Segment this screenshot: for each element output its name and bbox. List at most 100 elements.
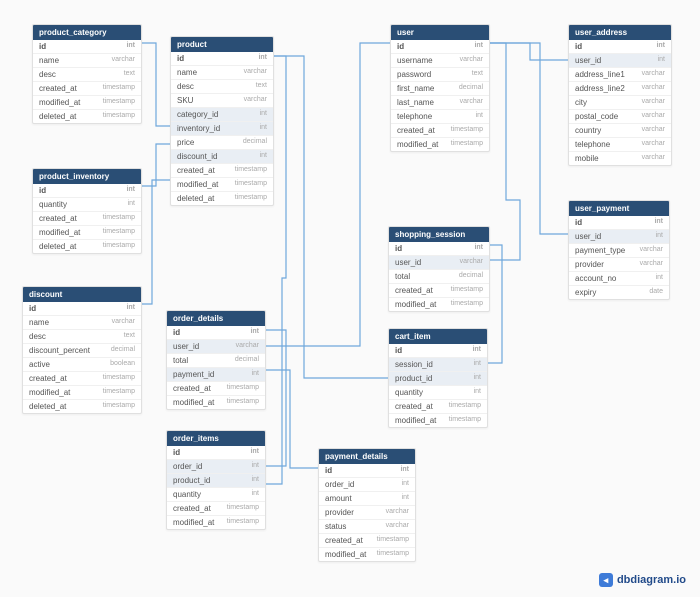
table-header[interactable]: payment_details [319,449,415,464]
field-row[interactable]: deleted_attimestamp [23,400,141,413]
field-row[interactable]: created_attimestamp [23,372,141,386]
field-row[interactable]: idint [389,242,489,256]
field-row[interactable]: idint [23,302,141,316]
table-user_payment[interactable]: user_paymentidintuser_idintpayment_typev… [568,200,670,300]
field-row[interactable]: totaldecimal [389,270,489,284]
table-header[interactable]: product [171,37,273,52]
field-row[interactable]: telephonevarchar [569,138,671,152]
field-row[interactable]: postal_codevarchar [569,110,671,124]
field-row[interactable]: modified_attimestamp [167,396,265,409]
field-row[interactable]: usernamevarchar [391,54,489,68]
field-row[interactable]: product_idint [167,474,265,488]
field-row[interactable]: payment_typevarchar [569,244,669,258]
table-header[interactable]: user_payment [569,201,669,216]
field-row[interactable]: product_idint [389,372,487,386]
table-product[interactable]: productidintnamevarchardesctextSKUvarcha… [170,36,274,206]
field-row[interactable]: idint [167,326,265,340]
field-row[interactable]: inventory_idint [171,122,273,136]
field-row[interactable]: modified_attimestamp [167,516,265,529]
field-row[interactable]: idint [167,446,265,460]
field-row[interactable]: modified_attimestamp [171,178,273,192]
field-row[interactable]: desctext [33,68,141,82]
field-row[interactable]: providervarchar [319,506,415,520]
field-row[interactable]: idint [33,40,141,54]
field-row[interactable]: desctext [171,80,273,94]
field-row[interactable]: order_idint [319,478,415,492]
field-row[interactable]: last_namevarchar [391,96,489,110]
table-header[interactable]: user [391,25,489,40]
table-order_details[interactable]: order_detailsidintuser_idvarchartotaldec… [166,310,266,410]
field-row[interactable]: modified_attimestamp [33,226,141,240]
table-product_inventory[interactable]: product_inventoryidintquantityintcreated… [32,168,142,254]
field-row[interactable]: mobilevarchar [569,152,671,165]
field-row[interactable]: activeboolean [23,358,141,372]
field-row[interactable]: telephoneint [391,110,489,124]
field-row[interactable]: idint [33,184,141,198]
table-cart_item[interactable]: cart_itemidintsession_idintproduct_idint… [388,328,488,428]
field-row[interactable]: deleted_attimestamp [171,192,273,205]
field-row[interactable]: quantityint [389,386,487,400]
field-row[interactable]: providervarchar [569,258,669,272]
field-row[interactable]: pricedecimal [171,136,273,150]
field-row[interactable]: countryvarchar [569,124,671,138]
field-row[interactable]: modified_attimestamp [389,298,489,311]
field-row[interactable]: address_line2varchar [569,82,671,96]
field-row[interactable]: idint [171,52,273,66]
field-row[interactable]: created_attimestamp [389,400,487,414]
field-row[interactable]: statusvarchar [319,520,415,534]
field-row[interactable]: discount_percentdecimal [23,344,141,358]
field-row[interactable]: passwordtext [391,68,489,82]
table-header[interactable]: discount [23,287,141,302]
field-row[interactable]: deleted_attimestamp [33,240,141,253]
field-row[interactable]: created_attimestamp [171,164,273,178]
field-row[interactable]: created_attimestamp [389,284,489,298]
field-row[interactable]: first_namedecimal [391,82,489,96]
field-row[interactable]: namevarchar [23,316,141,330]
field-row[interactable]: account_noint [569,272,669,286]
field-row[interactable]: idint [319,464,415,478]
field-row[interactable]: modified_attimestamp [23,386,141,400]
field-row[interactable]: user_idvarchar [167,340,265,354]
field-row[interactable]: cityvarchar [569,96,671,110]
field-row[interactable]: user_idvarchar [389,256,489,270]
table-header[interactable]: shopping_session [389,227,489,242]
table-header[interactable]: cart_item [389,329,487,344]
table-user_address[interactable]: user_addressidintuser_idintaddress_line1… [568,24,672,166]
field-row[interactable]: address_line1varchar [569,68,671,82]
field-row[interactable]: namevarchar [33,54,141,68]
table-header[interactable]: order_items [167,431,265,446]
field-row[interactable]: totaldecimal [167,354,265,368]
table-header[interactable]: product_category [33,25,141,40]
table-product_category[interactable]: product_categoryidintnamevarchardesctext… [32,24,142,124]
table-header[interactable]: product_inventory [33,169,141,184]
field-row[interactable]: modified_attimestamp [319,548,415,561]
field-row[interactable]: modified_attimestamp [391,138,489,151]
table-discount[interactable]: discountidintnamevarchardesctextdiscount… [22,286,142,414]
field-row[interactable]: created_attimestamp [391,124,489,138]
field-row[interactable]: created_attimestamp [167,382,265,396]
field-row[interactable]: amountint [319,492,415,506]
field-row[interactable]: idint [389,344,487,358]
field-row[interactable]: category_idint [171,108,273,122]
field-row[interactable]: created_attimestamp [33,82,141,96]
table-user[interactable]: useridintusernamevarcharpasswordtextfirs… [390,24,490,152]
table-shopping_session[interactable]: shopping_sessionidintuser_idvarchartotal… [388,226,490,312]
field-row[interactable]: modified_attimestamp [33,96,141,110]
field-row[interactable]: payment_idint [167,368,265,382]
field-row[interactable]: expirydate [569,286,669,299]
field-row[interactable]: modified_attimestamp [389,414,487,427]
field-row[interactable]: quantityint [167,488,265,502]
field-row[interactable]: discount_idint [171,150,273,164]
field-row[interactable]: created_attimestamp [33,212,141,226]
field-row[interactable]: deleted_attimestamp [33,110,141,123]
field-row[interactable]: session_idint [389,358,487,372]
table-order_items[interactable]: order_itemsidintorder_idintproduct_idint… [166,430,266,530]
table-payment_details[interactable]: payment_detailsidintorder_idintamountint… [318,448,416,562]
field-row[interactable]: desctext [23,330,141,344]
field-row[interactable]: user_idint [569,54,671,68]
field-row[interactable]: idint [569,216,669,230]
field-row[interactable]: SKUvarchar [171,94,273,108]
field-row[interactable]: created_attimestamp [319,534,415,548]
field-row[interactable]: quantityint [33,198,141,212]
field-row[interactable]: idint [569,40,671,54]
